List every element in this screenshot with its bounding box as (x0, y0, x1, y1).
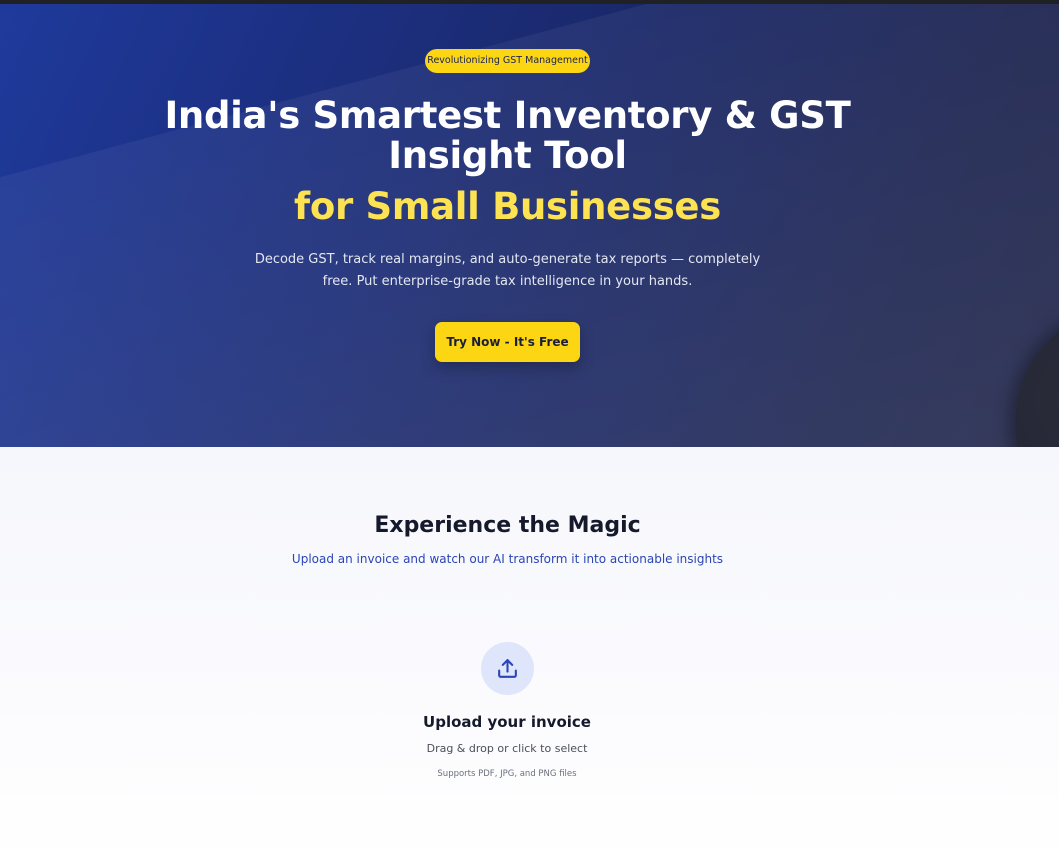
upload-hint: Drag & drop or click to select (426, 742, 588, 755)
upload-supported-formats: Supports PDF, JPG, and PNG files (437, 769, 577, 779)
hero-section: Revolutionizing GST Management India's S… (0, 4, 1059, 447)
hero-badge: Revolutionizing GST Management (425, 49, 590, 73)
hero-title: India's Smartest Inventory & GST Insight… (164, 94, 851, 177)
try-now-button[interactable]: Try Now - It's Free (435, 322, 580, 362)
demo-section: Experience the Magic Upload an invoice a… (0, 447, 1059, 865)
demo-title: Experience the Magic (374, 513, 641, 538)
upload-title: Upload your invoice (423, 713, 591, 731)
upload-icon-circle (481, 642, 534, 695)
upload-icon (498, 659, 517, 678)
hero-description: Decode GST, track real margins, and auto… (254, 252, 761, 289)
hero-title-highlight: for Small Businesses (294, 185, 721, 228)
demo-subtitle: Upload an invoice and watch our AI trans… (291, 552, 724, 566)
invoice-upload-dropzone[interactable]: Upload your invoice Drag & drop or click… (407, 637, 607, 787)
